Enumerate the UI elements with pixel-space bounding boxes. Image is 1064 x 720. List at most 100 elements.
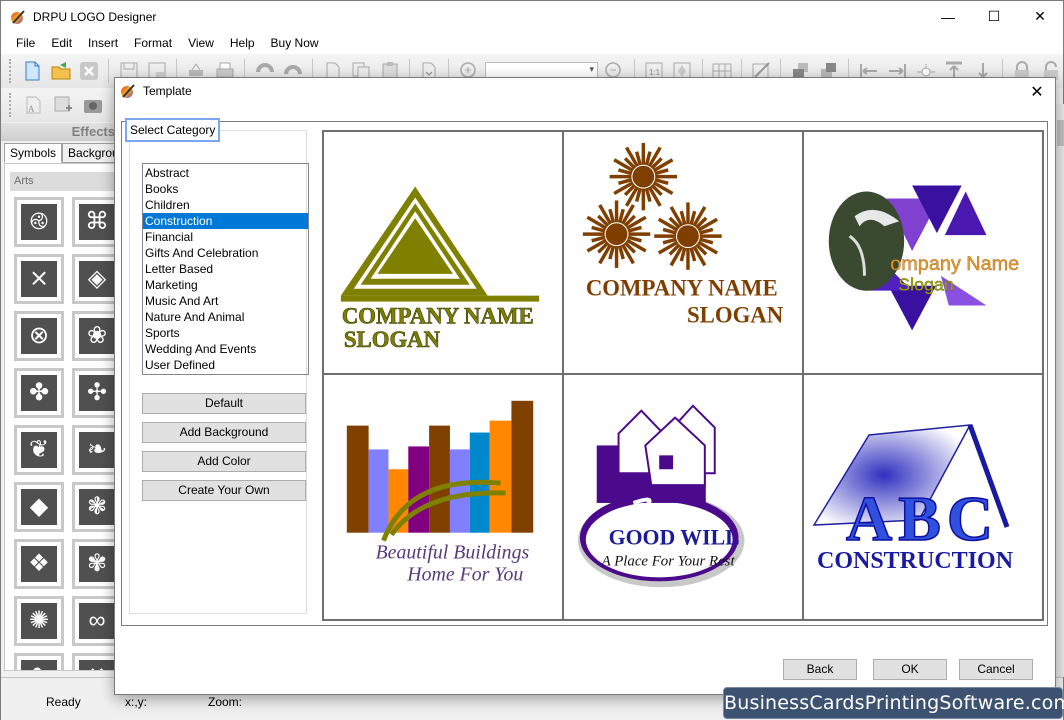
lotus-circle-icon: ❦ — [21, 432, 57, 468]
image-button[interactable] — [50, 92, 76, 118]
template-line1: COMPANY NAME — [586, 276, 778, 301]
template-tile-helmet[interactable]: ompany Name Slogan — [804, 132, 1042, 375]
category-item[interactable]: Music And Art — [143, 293, 308, 309]
symbol-tile[interactable]: ❦ — [14, 425, 64, 475]
new-file-button[interactable] — [20, 58, 45, 84]
menu-buy-now[interactable]: Buy Now — [263, 36, 327, 50]
text-button[interactable]: A — [20, 92, 46, 118]
template-tile-good-will[interactable]: GOOD WILL A Place For Your Rest — [564, 375, 804, 619]
symbol-tile[interactable]: ⊗ — [14, 311, 64, 361]
category-item[interactable]: Letter Based — [143, 261, 308, 277]
triangle-logo-icon: COMPANY NAME SLOGAN — [340, 186, 540, 353]
template-line2: A Place For Your Rest — [601, 553, 736, 569]
category-item[interactable]: Children — [143, 197, 308, 213]
sunburst-mark — [582, 200, 651, 268]
menu-edit[interactable]: Edit — [43, 36, 80, 50]
symbol-tile[interactable]: ⨯ — [14, 254, 64, 304]
symbol-tile[interactable]: ✖ — [72, 653, 116, 670]
camera-button[interactable] — [80, 92, 106, 118]
menu-help[interactable]: Help — [222, 36, 263, 50]
category-item[interactable]: Marketing — [143, 277, 308, 293]
scrollbar-thumb[interactable] — [1057, 120, 1064, 146]
category-list[interactable]: Abstract Books Children Construction Financi… — [142, 163, 309, 375]
diamond-fan-icon: ❖ — [21, 546, 57, 582]
default-button[interactable]: Default — [142, 393, 306, 414]
template-tile-abc-construction[interactable]: ABC CONSTRUCTION — [804, 375, 1042, 619]
category-item[interactable]: Books — [143, 181, 308, 197]
canvas-vertical-scrollbar[interactable] — [1055, 104, 1064, 677]
template-tile-sunbursts[interactable]: COMPANY NAME SLOGAN — [564, 132, 804, 375]
add-color-button[interactable]: Add Color — [142, 451, 306, 472]
symbol-tile[interactable]: ❀ — [72, 311, 116, 361]
triskelion-icon: ࿋ — [21, 204, 57, 240]
symbol-tile[interactable]: ⌘ — [72, 197, 116, 247]
symbols-panel: Arts ࿋ ⌘ ⨯ ◈ ⊗ ❀ ✤ ✣ ❦ ❧ ◆ ❃ ❖ ✾ ✺ ∞ ❥ ✖ — [4, 163, 117, 671]
ok-button[interactable]: OK — [873, 659, 947, 680]
template-tile-triangle[interactable]: COMPANY NAME SLOGAN — [324, 132, 564, 375]
sunburst-mark — [609, 142, 678, 211]
template-line1: GOOD WILL — [609, 526, 740, 550]
cancel-button[interactable]: Cancel — [959, 659, 1033, 680]
close-button[interactable]: ✕ — [1017, 1, 1063, 32]
category-item[interactable]: Gifts And Celebration — [143, 245, 308, 261]
open-button[interactable] — [48, 58, 73, 84]
menu-view[interactable]: View — [180, 36, 222, 50]
toolbar-grip[interactable] — [9, 59, 12, 83]
category-item[interactable]: User Defined — [143, 357, 308, 373]
tab-symbols[interactable]: Symbols — [4, 143, 63, 163]
category-item[interactable]: Nature And Animal — [143, 309, 308, 325]
symbol-tile[interactable]: ∞ — [72, 596, 116, 646]
category-group: Abstract Books Children Construction Financi… — [129, 130, 309, 614]
toolbar-grip[interactable] — [9, 93, 12, 117]
cross-flower-icon: ✤ — [21, 375, 57, 411]
symbol-tile[interactable]: ✤ — [14, 368, 64, 418]
create-your-own-button[interactable]: Create Your Own — [142, 480, 306, 501]
diamond-leaf-icon: ◆ — [21, 489, 57, 525]
template-dialog: Template ✕ Abstract Books Children Construc… — [114, 77, 1056, 695]
minimize-button[interactable]: — — [925, 1, 971, 32]
symbol-tile[interactable]: ✾ — [72, 539, 116, 589]
category-item[interactable]: Financial — [143, 229, 308, 245]
dialog-title-bar: Template ✕ — [115, 78, 1055, 104]
symbol-tile[interactable]: ❃ — [72, 482, 116, 532]
template-line1: COMPANY NAME — [342, 303, 534, 328]
status-coordinates: x:,y: — [125, 695, 148, 709]
category-item[interactable]: Wedding And Events — [143, 341, 308, 357]
sunburst-logo-icon: COMPANY NAME SLOGAN — [582, 142, 784, 327]
symbol-tile[interactable]: ◈ — [72, 254, 116, 304]
dialog-title: Template — [143, 84, 192, 98]
menu-bar: File Edit Insert Format View Help Buy No… — [1, 32, 1063, 54]
fan-shell-icon: ❃ — [79, 489, 115, 525]
add-background-button[interactable]: Add Background — [142, 422, 306, 443]
heart-knot-icon: ❥ — [21, 660, 57, 670]
symbol-tile[interactable]: ✣ — [72, 368, 116, 418]
symbol-grid: ࿋ ⌘ ⨯ ◈ ⊗ ❀ ✤ ✣ ❦ ❧ ◆ ❃ ❖ ✾ ✺ ∞ ❥ ✖ — [14, 197, 116, 670]
abc-construction-logo-icon: ABC CONSTRUCTION — [812, 424, 1014, 574]
symbol-tile[interactable]: ◆ — [14, 482, 64, 532]
template-gallery: COMPANY NAME SLOGAN COMPANY NAME SLOGAN — [322, 130, 1044, 621]
symbol-tile[interactable]: ✺ — [14, 596, 64, 646]
category-item[interactable]: Construction — [143, 213, 308, 229]
symbol-tile[interactable]: ࿋ — [14, 197, 64, 247]
symbol-tile[interactable]: ❥ — [14, 653, 64, 670]
template-tile-buildings[interactable]: Beautiful Buildings Home For You — [324, 375, 564, 619]
new-file-icon — [25, 61, 40, 81]
symbol-tile[interactable]: ❖ — [14, 539, 64, 589]
menu-insert[interactable]: Insert — [80, 36, 126, 50]
close-file-button[interactable] — [77, 58, 102, 84]
category-item[interactable]: Abstract — [143, 165, 308, 181]
template-line1: ABC — [846, 483, 999, 554]
menu-file[interactable]: File — [8, 36, 43, 50]
fleur-ornament-icon: ✾ — [79, 546, 115, 582]
quatrefoil-knot-icon: ❀ — [79, 318, 115, 354]
dialog-close-button[interactable]: ✕ — [1027, 82, 1047, 102]
symbol-tile[interactable]: ❧ — [72, 425, 116, 475]
back-button[interactable]: Back — [783, 659, 857, 680]
maximize-button[interactable]: ☐ — [971, 1, 1017, 32]
buildings-logo-icon: Beautiful Buildings Home For You — [346, 400, 534, 585]
text-icon: A — [26, 96, 41, 114]
category-item[interactable]: Sports — [143, 325, 308, 341]
template-line2: SLOGAN — [687, 302, 784, 327]
menu-format[interactable]: Format — [126, 36, 180, 50]
scroll-frame-icon: ❧ — [79, 432, 115, 468]
